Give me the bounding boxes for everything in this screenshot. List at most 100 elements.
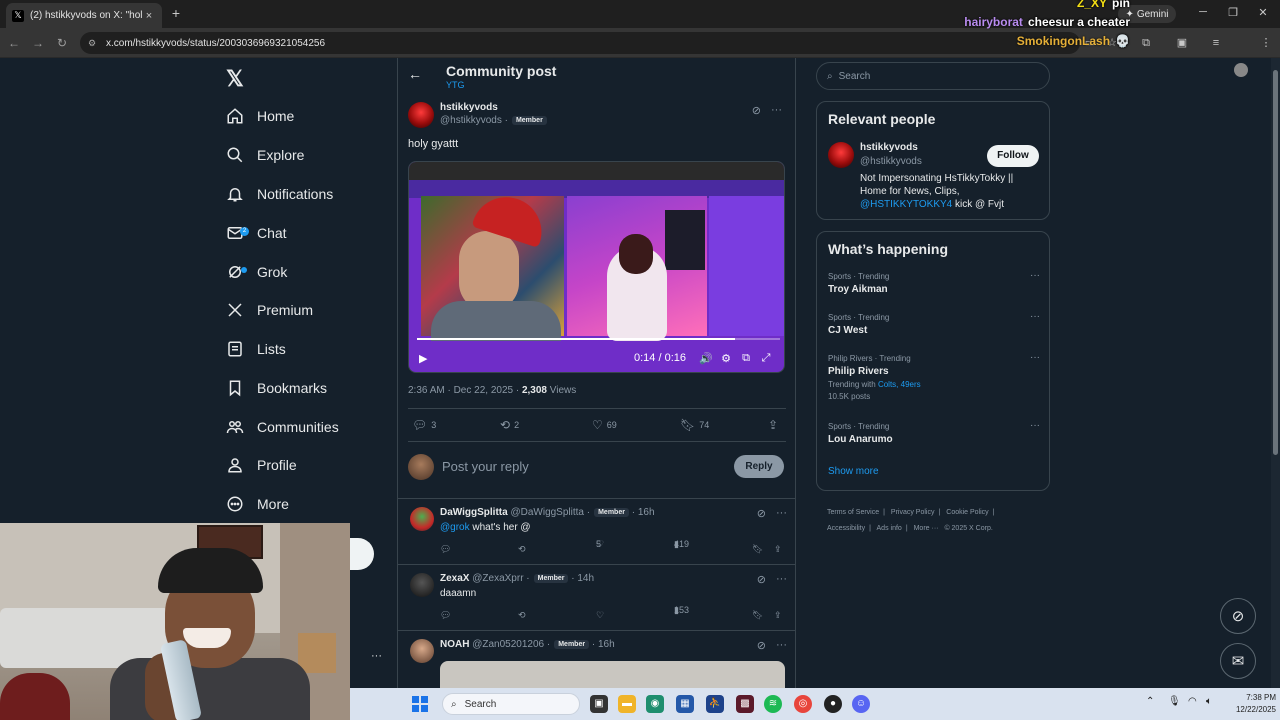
reply-item[interactable]: NOAH @Zan05201206 · Member · 16h ⊘ ··· [398,630,795,688]
speaker-icon[interactable]: 🔈︎ [1206,696,1212,707]
reply-author-handle[interactable]: @Zan05201206 · [472,639,550,650]
person-avatar[interactable] [828,142,854,168]
browser-profile-avatar[interactable] [1234,63,1248,77]
person-handle[interactable]: @hstikkyvods [860,156,922,167]
nav-profile[interactable]: Profile [226,450,297,480]
reply-avatar[interactable] [410,573,434,597]
reply-action[interactable]: 💬︎ 3 [412,418,436,432]
user-avatar[interactable] [408,454,434,480]
nav-explore[interactable]: Explore [226,140,304,170]
reply-button[interactable]: Reply [734,455,784,478]
post-video[interactable]: ▶ 0:14 / 0:16 🔊 ⚙ ⧉ ⤢ [408,161,785,373]
post-timestamp[interactable]: 2:36 AM · Dec 22, 2025 · [408,385,519,396]
mic-icon[interactable]: 🎙︎ [1168,696,1181,707]
footer-link[interactable]: More ··· [914,525,939,532]
edge-icon[interactable]: ◉ [646,695,664,713]
post-author-handle[interactable]: @hstikkyvods · [440,115,508,126]
grok-icon[interactable]: ⊘ [752,104,761,117]
reply-author-handle[interactable]: @ZexaXprr · [472,573,529,584]
wifi-icon[interactable]: ◠ [1188,696,1197,707]
media-icon[interactable]: ≡ [1208,35,1224,51]
tray-chevron-icon[interactable]: ⌃ [1146,696,1154,707]
grok-fab-icon[interactable]: ⊘ [1220,598,1256,634]
reply-avatar[interactable] [410,639,434,663]
more-options-icon[interactable]: ··· [776,573,787,586]
more-options-icon[interactable]: ··· [771,104,782,117]
reload-icon[interactable]: ↻ [54,35,70,51]
messages-fab-icon[interactable]: ✉ [1220,643,1256,679]
taskbar-clock[interactable]: 7:38 PM 12/22/2025 [1224,692,1276,716]
nav-premium[interactable]: Premium [226,295,313,325]
post-button-partial[interactable] [350,538,374,570]
browser-tab[interactable]: 𝕏 (2) hstikkyvods on X: "holy gyatt × [6,3,162,28]
footer-link[interactable]: Terms of Service [827,509,879,516]
obs-icon[interactable]: ● [824,695,842,713]
footer-link[interactable]: Cookie Policy [946,509,988,516]
trend-more-icon[interactable]: ··· [1030,270,1040,281]
share-icon[interactable]: ⇪ [774,610,782,621]
trend-item[interactable]: Sports · Trending CJ West ··· [828,311,1040,336]
reply-author-handle[interactable]: @DaWiggSplitta · [510,507,590,518]
more-options-icon[interactable]: ··· [776,639,787,652]
footer-link[interactable]: Accessibility [827,525,865,532]
heart-icon[interactable]: ♡ [596,610,604,621]
play-icon[interactable]: ▶ [419,352,433,365]
window-close-icon[interactable]: ✕ [1256,6,1270,19]
trend-item[interactable]: Sports · Trending Troy Aikman ··· [828,270,1040,295]
minimize-icon[interactable]: ─ [1196,6,1210,18]
pip-icon[interactable]: ⧉ [736,352,756,365]
trend-item[interactable]: Philip Rivers · Trending Philip Rivers T… [828,352,1040,401]
game-icon[interactable]: ▩ [736,695,754,713]
reply-item[interactable]: ZexaX @ZexaXprr · Member · 14h daaamn ⊘ ··… [398,564,795,630]
x-logo-icon[interactable]: 𝕏 [226,66,244,92]
reply-mention[interactable]: @grok [440,522,470,533]
post-avatar[interactable] [408,102,434,128]
trend-more-icon[interactable]: ··· [1030,352,1040,363]
bookmark-action[interactable]: 🔖︎ 74 [680,418,709,432]
nav-chat[interactable]: 2 Chat [226,218,287,248]
nav-bookmarks[interactable]: Bookmarks [226,373,327,403]
back-nav-icon[interactable]: ← [6,35,22,51]
site-info-icon[interactable]: ⚙ [88,38,100,49]
repost-action[interactable]: ⟲ 2 [500,418,519,432]
nav-home[interactable]: Home [226,101,294,131]
windows-start-icon[interactable] [412,696,428,712]
reply-icon[interactable]: 💬︎ [440,610,451,621]
extensions-icon[interactable]: ⧉ [1138,35,1154,51]
share-icon[interactable]: ⇪ [774,544,782,555]
store-icon[interactable]: ▦ [676,695,694,713]
back-arrow-icon[interactable]: ← [408,66,422,82]
tab-close-icon[interactable]: × [142,10,156,22]
nba-icon[interactable]: ⛹ [706,695,724,713]
reply-author-name[interactable]: ZexaX [440,573,469,584]
task-view-icon[interactable]: ▣ [590,695,608,713]
nav-more[interactable]: More [226,489,289,519]
sidepanel-icon[interactable]: ▣ [1174,35,1190,51]
more-options-icon[interactable]: ··· [776,507,787,520]
reply-author-name[interactable]: NOAH [440,639,469,650]
new-tab-button[interactable]: + [168,5,184,21]
trend-item[interactable]: Sports · Trending Lou Anarumo ··· [828,420,1040,445]
share-action[interactable]: ⇪ [768,418,778,432]
grok-icon[interactable]: ⊘ [757,507,766,520]
reply-input[interactable]: Post your reply [442,459,529,474]
reply-avatar[interactable] [410,507,434,531]
footer-link[interactable]: Privacy Policy [891,509,935,516]
footer-link[interactable]: Ads info [877,525,902,532]
account-more-icon[interactable]: ··· [371,650,382,662]
reply-icon[interactable]: 💬︎ [440,544,451,555]
show-more-link[interactable]: Show more [828,466,879,477]
forward-nav-icon[interactable]: → [30,35,46,51]
page-scrollbar[interactable] [1271,58,1280,688]
nav-notifications[interactable]: Notifications [226,179,333,209]
repost-icon[interactable]: ⟲ [518,544,526,555]
grok-icon[interactable]: ⊘ [757,573,766,586]
settings-icon[interactable]: ⚙ [716,352,736,365]
reply-image[interactable] [440,661,785,688]
reply-item[interactable]: DaWiggSplitta @DaWiggSplitta · Member · 1… [398,498,795,564]
video-progress-bar[interactable] [417,338,780,340]
maximize-icon[interactable]: ❐ [1226,6,1240,19]
reply-author-name[interactable]: DaWiggSplitta [440,507,508,518]
like-action[interactable]: ♡ 69 [592,418,617,432]
taskbar-search[interactable]: ⌕ Search [442,693,580,715]
